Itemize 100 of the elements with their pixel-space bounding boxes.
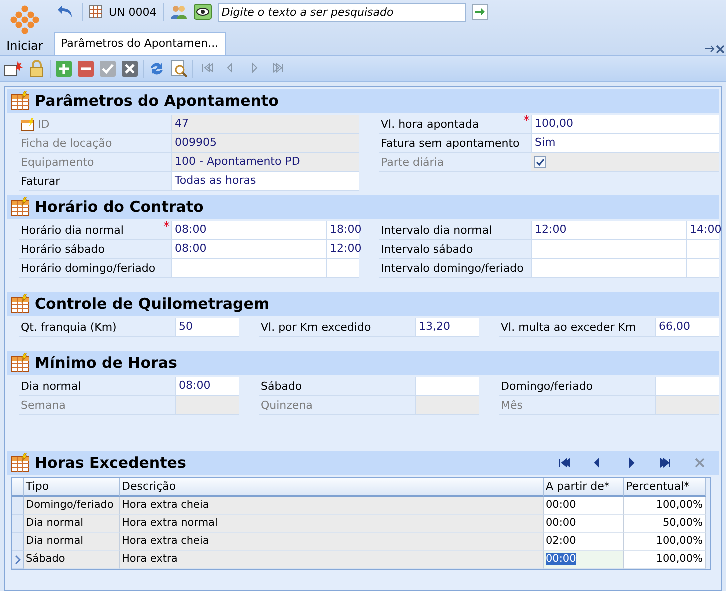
required-mark: * [164,220,170,235]
field-label: Qt. franquia (Km) [20,320,118,336]
table-cell: 100,00% [624,497,706,515]
column-header[interactable]: Tipo [24,478,120,497]
eye-icon[interactable] [194,4,212,20]
input-field[interactable]: 12:00 [531,221,686,239]
close-icon[interactable] [695,458,705,468]
field-label: Ficha de locação [20,136,114,152]
section-title: Horas Excedentes [35,454,186,472]
table-cell: 100,00% [624,533,706,551]
input-field[interactable]: 66,00 [655,318,719,336]
search-field[interactable]: Digite o texto a ser pesquisado [218,2,466,22]
input-field[interactable]: 13,20 [415,318,479,336]
field-label: Horário sábado [20,242,106,258]
field-label: Intervalo dia normal [380,222,494,238]
table-cell: 00:00 [544,497,624,515]
input-field[interactable] [415,396,479,414]
input-field[interactable]: 14:00 [686,221,719,239]
table-cell: 02:00 [544,533,624,551]
field-label: Intervalo domingo/feriado [380,260,525,276]
first-record-icon[interactable] [557,457,571,469]
input-field[interactable] [686,259,719,277]
row-indicator[interactable] [12,515,24,533]
input-field[interactable] [171,259,326,277]
lock-icon[interactable] [28,60,46,78]
row-indicator[interactable] [12,497,24,515]
section-title: Parâmetros do Apontamento [35,92,279,110]
input-field[interactable]: 100,00 [531,115,719,133]
close-icon[interactable] [716,43,726,55]
input-field[interactable]: 12:00 [326,240,359,258]
table-cell: 00:00 [544,551,624,569]
table-cell: Hora extra cheia [120,497,544,515]
field-label: Faturar [20,174,62,190]
unit-label: UN 0004 [109,6,157,18]
column-header[interactable]: Descrição [120,478,544,497]
table-icon [11,294,31,314]
row-header-corner [12,478,24,497]
table-cell: Dia normal [24,533,120,551]
field-label: Vl. hora apontada * [380,115,531,132]
field-label: Domingo/feriado [500,378,594,394]
table-icon [11,353,31,373]
table-icon [11,197,31,217]
row-indicator[interactable] [12,551,24,569]
input-field[interactable]: 08:00 [171,240,326,258]
input-field[interactable] [175,396,239,414]
key-field-icon [21,118,35,130]
users-icon[interactable] [170,4,188,20]
table-cell: Sábado [24,551,120,569]
field-label: Parte diária [380,154,446,170]
field-label: Sábado [260,378,304,394]
input-field[interactable]: Sim [531,134,719,152]
input-field[interactable]: 009905 [171,134,359,152]
input-field[interactable] [531,259,686,277]
input-field[interactable]: Todas as horas [171,172,359,190]
start-button[interactable]: Iniciar [0,0,50,56]
remove-icon[interactable] [77,60,95,78]
confirm-icon[interactable] [99,60,117,78]
field-label: Dia normal [20,378,82,394]
cancel-icon[interactable] [121,60,139,78]
table-icon [11,91,31,111]
input-field[interactable]: 08:00 [171,221,326,239]
column-header[interactable]: A partir de* [544,478,624,497]
input-field[interactable] [326,259,359,277]
field-label: Intervalo sábado [380,242,474,258]
input-field[interactable]: 47 [171,115,359,133]
field-label: ID [19,115,171,133]
section-title: Horário do Contrato [35,198,204,216]
input-field[interactable] [686,240,719,258]
field-label: Fatura sem apontamento [380,136,521,152]
input-field[interactable] [655,396,719,414]
row-indicator[interactable] [12,533,24,551]
column-header[interactable]: Percentual* [624,478,706,497]
pin-arrow-icon[interactable] [704,43,716,55]
input-field[interactable]: 100 - Apontamento PD [171,153,359,171]
table-cell: Domingo/feriado [24,497,120,515]
checkbox[interactable] [534,156,546,168]
field-label: Vl. por Km excedido [260,320,372,336]
table-icon [11,453,31,473]
field-label: Quinzena [260,398,314,414]
last-record-icon[interactable] [659,457,673,469]
preview-icon[interactable] [170,60,188,78]
table-cell: Hora extra [120,551,544,569]
input-field[interactable]: 50 [175,318,239,336]
new-record-icon[interactable] [4,60,24,78]
field-label: Mês [500,398,524,414]
section-title: Mínimo de Horas [35,354,178,372]
table-cell: 00:00 [544,515,624,533]
input-field[interactable]: 18:00 [326,221,359,239]
table-cell: Hora extra cheia [120,533,544,551]
document-tab[interactable]: Parâmetros do Apontamen... [54,32,226,55]
input-field[interactable]: 08:00 [175,377,239,395]
grid-icon[interactable] [89,5,103,19]
table-cell: 100,00% [624,551,706,569]
add-icon[interactable] [55,60,73,78]
table-cell: 50,00% [624,515,706,533]
input-field[interactable] [415,377,479,395]
required-mark: * [524,114,530,129]
input-field[interactable] [655,377,719,395]
field-label: Vl. multa ao exceder Km [500,320,638,336]
input-field[interactable] [531,240,686,258]
